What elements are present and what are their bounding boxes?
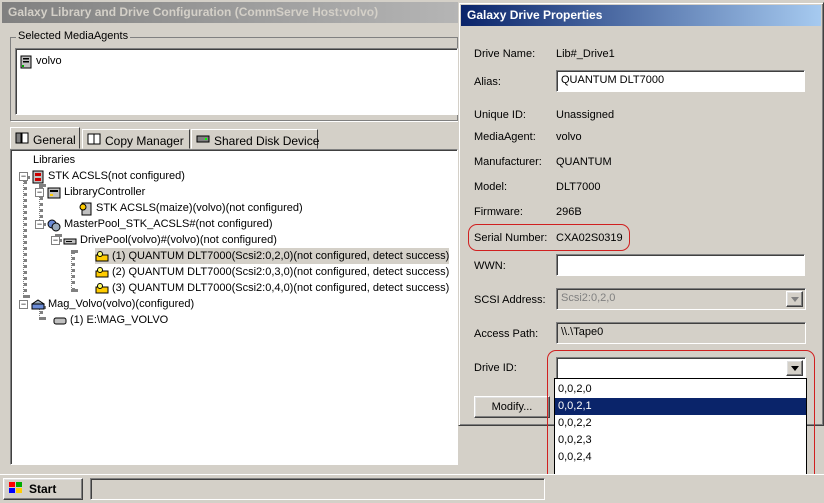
disk-icon [53,314,67,326]
media-agent-item[interactable]: volvo [19,53,62,69]
unique-id-value: Unassigned [556,109,615,121]
modify-button[interactable]: Modify... [474,396,550,418]
wwn-label: WWN: [474,260,506,272]
magnetic-library-icon [31,298,45,310]
drive-pool-icon [63,234,77,246]
tab-copy-manager[interactable]: Copy Manager [82,129,190,149]
start-button[interactable]: Start [3,478,83,500]
tape-drive-icon [95,266,109,278]
tree-item-library-controller[interactable]: LibraryController [47,184,145,200]
tree-item-drive-1[interactable]: (1) QUANTUM DLT7000(Scsi2:0,2,0)(not con… [95,248,450,264]
drive-name-value: Lib#_Drive1 [556,48,615,60]
taskbar: Start [0,474,824,503]
copy-manager-icon [87,133,101,148]
tree-item-mag-path[interactable]: (1) E:\MAG_VOLVO [53,312,168,328]
tree-root-libraries[interactable]: Libraries [33,152,75,168]
tab-shared-disk-device[interactable]: Shared Disk Device [191,129,319,149]
tape-drive-icon [95,282,109,294]
collapse-icon[interactable]: − [51,236,60,245]
windows-logo-icon [8,481,24,498]
access-path-field: \\.\Tape0 [556,322,806,344]
media-agents-group-label: Selected MediaAgents [16,30,131,42]
controller-icon [47,186,61,199]
alias-label: Alias: [474,76,501,88]
scsi-address-select: Scsi2:0,2,0 [556,288,806,310]
general-tab-icon [15,132,29,147]
model-label: Model: [474,181,508,193]
alias-input[interactable]: QUANTUM DLT7000 [556,70,805,92]
media-agent-value: volvo [556,131,582,143]
wwn-input[interactable] [556,254,805,276]
server-icon [19,55,33,69]
collapse-icon[interactable]: − [35,188,44,197]
tree-item-drive-3[interactable]: (3) QUANTUM DLT7000(Scsi2:0,4,0)(not con… [95,280,449,296]
pool-icon [47,218,61,232]
dialog-title: Galaxy Drive Properties [467,8,603,22]
main-titlebar[interactable]: Galaxy Library and Drive Configuration (… [2,2,458,23]
tree-item-stk-acsls[interactable]: STK ACSLS(not configured) [31,168,185,184]
library-tree[interactable]: Libraries − STK ACSLS(not configured) − … [10,149,458,465]
firmware-value: 296B [556,206,582,218]
unique-id-label: Unique ID: [474,109,526,121]
taskbar-slot [90,478,545,500]
tab-strip: General Copy Manager Shared Disk Device [10,127,458,149]
tree-item-drive-pool[interactable]: DrivePool(volvo)#(volvo)(not configured) [63,232,277,248]
disk-device-icon [196,133,210,148]
media-agent-label: MediaAgent: [474,131,536,143]
manufacturer-label: Manufacturer: [474,156,542,168]
scsi-address-label: SCSI Address: [474,294,546,306]
tree-item-master-pool[interactable]: MasterPool_STK_ACSLS#(not configured) [47,216,273,232]
tab-general[interactable]: General [10,127,80,149]
media-agents-list[interactable]: volvo [15,48,458,115]
collapse-icon[interactable]: − [19,300,28,309]
tree-item-controller-child[interactable]: STK ACSLS(maize)(volvo)(not configured) [79,200,303,216]
scsi-dropdown-button [786,291,803,307]
drive-id-highlight [547,350,815,490]
tree-item-mag-volvo[interactable]: Mag_Volvo(volvo)(configured) [31,296,194,312]
collapse-icon[interactable]: − [19,172,28,181]
tape-drive-icon [95,250,109,262]
library-icon [31,170,45,184]
dialog-titlebar[interactable]: Galaxy Drive Properties [461,5,821,26]
tree-item-drive-2[interactable]: (2) QUANTUM DLT7000(Scsi2:0,3,0)(not con… [95,264,449,280]
controller-host-icon [79,202,93,216]
drive-name-label: Drive Name: [474,48,536,60]
drive-id-label: Drive ID: [474,362,517,374]
serial-number-highlight [468,224,630,251]
access-path-label: Access Path: [474,328,539,340]
manufacturer-value: QUANTUM [556,156,612,168]
model-value: DLT7000 [556,181,601,193]
main-window-title: Galaxy Library and Drive Configuration (… [8,5,379,19]
firmware-label: Firmware: [474,206,523,218]
collapse-icon[interactable]: − [35,220,44,229]
chevron-down-icon [790,296,799,302]
